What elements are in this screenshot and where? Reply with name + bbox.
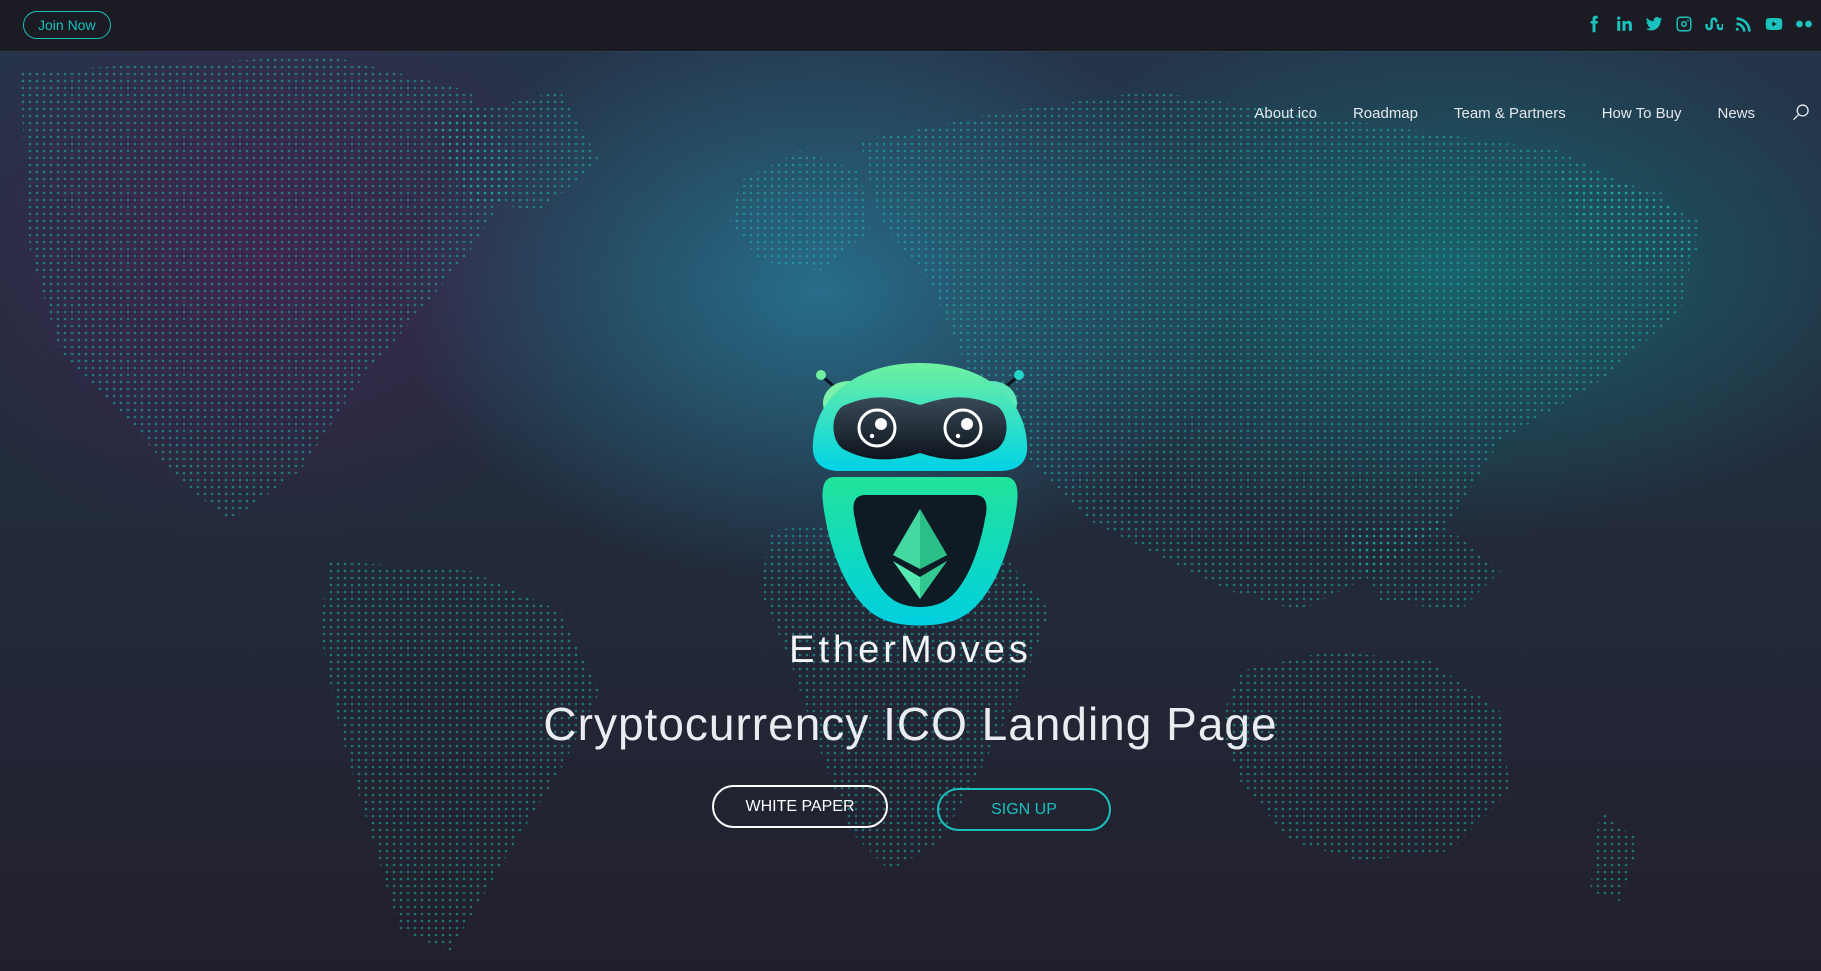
linkedin-icon[interactable] [1615,14,1633,34]
search-icon[interactable] [1791,103,1811,123]
robot-logo [812,363,1028,626]
nav-roadmap[interactable]: Roadmap [1353,105,1418,122]
nav-team-partners[interactable]: Team & Partners [1454,105,1566,122]
social-links [1585,14,1813,34]
facebook-icon[interactable] [1585,14,1603,34]
main-nav: About ico Roadmap Team & Partners How To… [1254,98,1821,128]
instagram-icon[interactable] [1675,14,1693,34]
stumbleupon-icon[interactable] [1705,14,1723,34]
nav-how-to-buy[interactable]: How To Buy [1602,105,1682,122]
hero-section: About ico Roadmap Team & Partners How To… [0,51,1821,971]
hero-headline: Cryptocurrency ICO Landing Page [543,698,1278,750]
nav-news[interactable]: News [1717,105,1755,122]
sign-up-button[interactable]: SIGN UP [937,788,1111,831]
join-now-button[interactable]: Join Now [23,11,111,39]
twitter-icon[interactable] [1645,14,1663,34]
top-bar: Join Now [0,0,1821,51]
youtube-icon[interactable] [1765,14,1783,34]
flickr-icon[interactable] [1795,14,1813,34]
white-paper-button[interactable]: WHITE PAPER [712,785,888,828]
brand-name: EtherMoves [789,629,1032,671]
rss-icon[interactable] [1735,14,1753,34]
nav-about-ico[interactable]: About ico [1254,105,1317,122]
